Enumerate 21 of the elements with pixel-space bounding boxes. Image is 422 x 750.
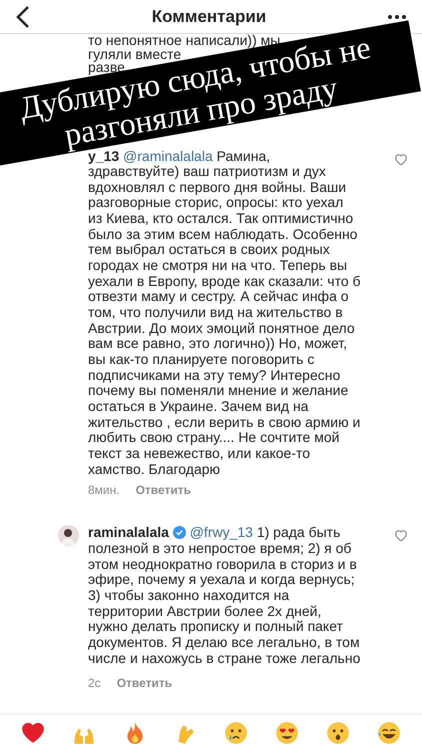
heart-eyes-face-icon[interactable] [274,720,300,746]
comment-time: 8мин. [88,483,120,498]
more-icon[interactable] [388,14,406,18]
comment-text: y_13 @raminalalala Рамина, здравствуйте) ваш патриотизм и дух вдохновлял с первого дня войны. Ваши разговорные сторис, опросы: кто уехал из Киева, кто остался. Так оптимистично было за этим всем наблюдать. Особенно тем выбрал остаться в своих родных городах не смотря ни на что. Теперь вы уехали в Европу, вроде как сказали: что б отвезти маму и сестру. А сейчас инфа о том, что получили вид на жительство в Австрии. До моих эмоций понятное дело вам все равно, это логично)) Но, может, вы как-то планируете поговорить с подписчиками на эту тему? Интересно почему вы поменяли мнение и желание остаться в Украине. Зачем вид на жительство , если верить в свою армию и любить свою страну.... Не сочтите мой текст за невежество, или какое-то хамство. Благодарю [88,148,361,478]
surprised-face-icon[interactable] [325,720,352,746]
avatar[interactable] [58,525,79,546]
reply-link[interactable]: Ответить [116,676,172,690]
username-link[interactable]: raminalalala [88,524,169,540]
comment-text: raminalalala @frwy_13 1) рада быть полезной в это непростое время; 2) я об этом неоднократно говорила в сториз и в эфире, почему я уехала и когда вернусь; 3) чтобы законно находится на территории Австрии более 2х дней, нужно делать прописку и полный пакет документов. Я делаю все легально, в том числе и нахожусь в стране тоже легально [88,525,360,666]
back-icon[interactable] [16,4,30,28]
heart-icon[interactable] [394,152,408,166]
comment-time: 2с [88,676,101,690]
comment-text: гуляли вместе [88,48,182,61]
mention-link[interactable]: @raminalalala [123,148,213,164]
crying-face-icon[interactable] [223,720,250,746]
username-link[interactable]: y_13 [88,148,120,164]
reply-link[interactable]: Ответить [136,483,192,498]
laughing-face-icon[interactable] [376,720,402,746]
mention-link[interactable]: @frwy_13 [190,524,253,540]
heart-icon[interactable] [394,529,408,542]
page-title: Комментарии [152,6,266,28]
